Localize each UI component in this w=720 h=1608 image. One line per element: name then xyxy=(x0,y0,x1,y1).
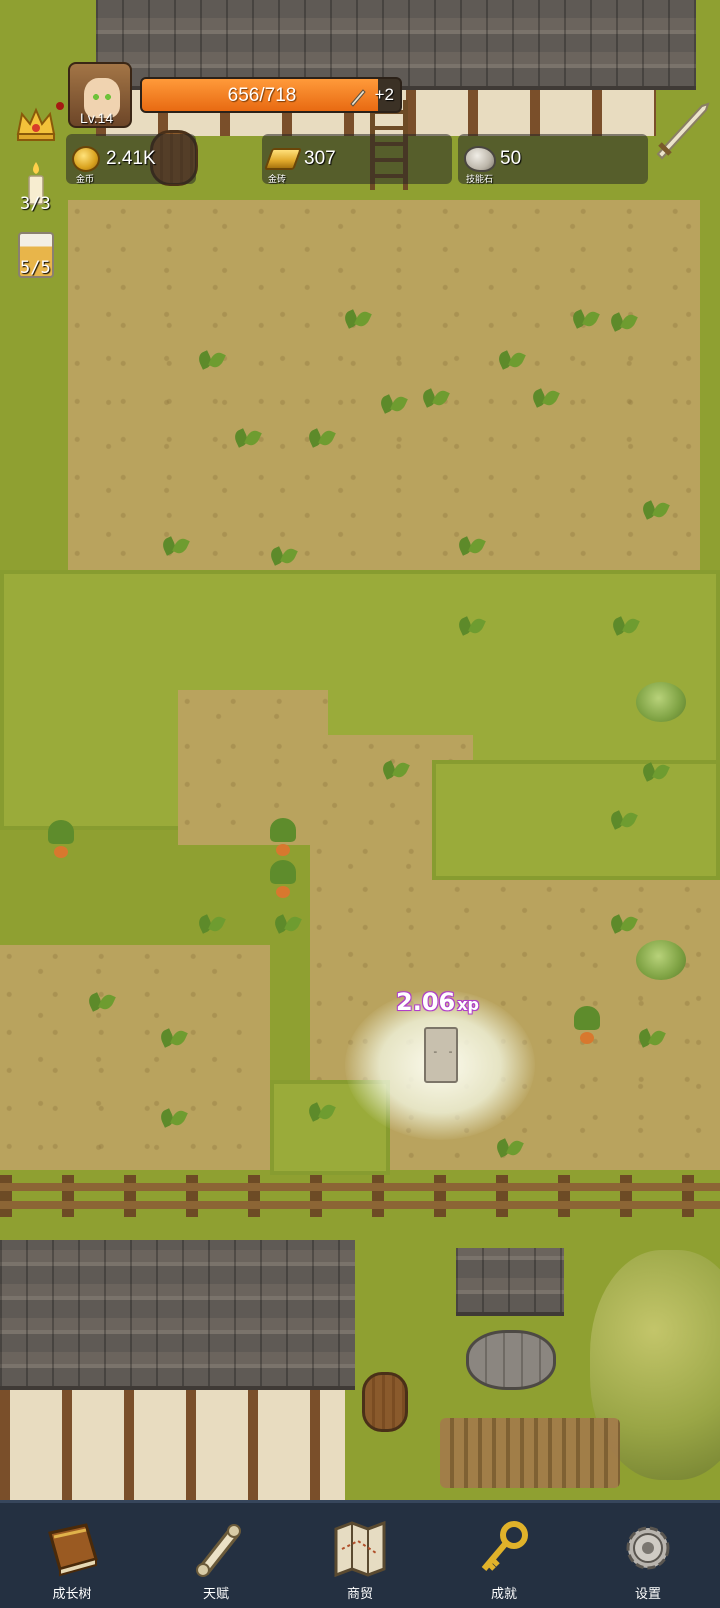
seedling[interactable] xyxy=(570,305,600,327)
xp-popup-unit: xp xyxy=(457,995,479,1014)
seedling[interactable] xyxy=(158,1104,188,1126)
player-level: Lv.14 xyxy=(80,110,114,126)
carrot[interactable] xyxy=(570,1006,604,1044)
seedling[interactable] xyxy=(272,910,302,932)
dirt-path-middle-2 xyxy=(178,735,473,845)
seedling[interactable] xyxy=(456,612,486,634)
well-roof xyxy=(456,1248,564,1316)
carrot[interactable] xyxy=(266,818,300,856)
gold-coins-caption: 金币 xyxy=(76,174,95,184)
cabbage[interactable] xyxy=(636,940,686,980)
dirt-field-top xyxy=(68,200,700,570)
seedling[interactable] xyxy=(268,542,298,564)
nav-label: 天赋 xyxy=(202,1586,229,1601)
skill-stones-caption: 技能石 xyxy=(466,174,494,184)
gold-bars-value: 307 xyxy=(304,148,336,169)
resource-gold-bars[interactable]: 307 金砖 xyxy=(262,134,452,184)
scroll-icon xyxy=(196,1524,241,1577)
cabbage[interactable] xyxy=(636,682,686,722)
seedling[interactable] xyxy=(640,496,670,518)
seedling[interactable] xyxy=(196,346,226,368)
seedling[interactable] xyxy=(496,346,526,368)
seedling[interactable] xyxy=(636,1024,666,1046)
candle-count: 3/3 xyxy=(20,194,51,214)
seedling[interactable] xyxy=(378,390,408,412)
nav-label: 成长树 xyxy=(52,1586,92,1601)
seedling[interactable] xyxy=(608,910,638,932)
hp-bonus: +2 xyxy=(374,85,394,104)
seedling[interactable] xyxy=(306,424,336,446)
nav-talent[interactable]: 天赋 xyxy=(144,1503,288,1608)
seedling[interactable] xyxy=(342,305,372,327)
xp-popup-value: 2.06 xyxy=(396,988,456,1016)
seedling[interactable] xyxy=(530,384,560,406)
bottom-nav: 成长树 天赋 商贸 成就 设置 xyxy=(0,1500,720,1608)
beer-count: 5/5 xyxy=(20,258,51,278)
seedling[interactable] xyxy=(494,1134,524,1156)
grass-patch-right xyxy=(432,760,720,880)
seedling[interactable] xyxy=(160,532,190,554)
crown-icon[interactable] xyxy=(14,104,58,144)
barrel-bottom xyxy=(362,1372,408,1432)
resource-skill-stones[interactable]: 50 技能石 xyxy=(458,134,648,184)
gold-bars-caption: 金砖 xyxy=(268,174,287,184)
key-icon xyxy=(481,1521,528,1571)
barn-wall-bottom xyxy=(0,1390,345,1500)
nav-trade[interactable]: 商贸 xyxy=(288,1503,432,1608)
wooden-fence xyxy=(0,1175,720,1217)
seedling[interactable] xyxy=(456,532,486,554)
sword-icon[interactable] xyxy=(650,96,716,162)
nav-growth-tree[interactable]: 成长树 xyxy=(0,1503,144,1608)
nav-label: 成就 xyxy=(490,1586,517,1601)
dummy-face: - - xyxy=(432,1045,455,1058)
coin-icon xyxy=(72,146,100,172)
seedling[interactable] xyxy=(306,1098,336,1120)
seedling[interactable] xyxy=(610,612,640,634)
nav-settings[interactable]: 设置 xyxy=(576,1503,720,1608)
seedling[interactable] xyxy=(608,806,638,828)
training-dummy[interactable]: - - xyxy=(424,1027,458,1083)
seedling[interactable] xyxy=(86,988,116,1010)
nav-achievements[interactable]: 成就 xyxy=(432,1503,576,1608)
seedling[interactable] xyxy=(232,424,262,446)
seedling[interactable] xyxy=(196,910,226,932)
dirt-field-bottom-left xyxy=(0,945,270,1170)
gear-icon xyxy=(626,1526,670,1570)
gold-coins-value: 2.41K xyxy=(106,148,156,169)
stone-well[interactable] xyxy=(466,1330,556,1390)
seedling[interactable] xyxy=(380,756,410,778)
carrot[interactable] xyxy=(44,820,78,858)
skill-stone-icon xyxy=(464,146,496,172)
seedling[interactable] xyxy=(608,308,638,330)
nav-label: 商贸 xyxy=(346,1586,373,1601)
hp-bar[interactable]: 656/718 +2 xyxy=(140,77,402,113)
gold-bar-icon xyxy=(263,148,303,170)
barn-roof-bottom xyxy=(0,1240,355,1390)
book-icon xyxy=(48,1523,98,1577)
seedling[interactable] xyxy=(158,1024,188,1046)
hp-text: 656/718 xyxy=(227,85,297,106)
wooden-cart xyxy=(440,1418,620,1488)
xp-popup: 2.06 xp xyxy=(396,988,479,1016)
skill-stones-value: 50 xyxy=(500,148,522,169)
seedling[interactable] xyxy=(640,758,670,780)
carrot[interactable] xyxy=(266,860,300,898)
nav-label: 设置 xyxy=(634,1586,661,1601)
seedling[interactable] xyxy=(420,384,450,406)
resource-gold-coins[interactable]: 2.41K 金币 xyxy=(66,134,196,184)
game-field[interactable]: - - 2.06 xp xyxy=(0,0,720,1500)
quill-icon xyxy=(350,89,366,107)
map-icon xyxy=(334,1520,386,1577)
